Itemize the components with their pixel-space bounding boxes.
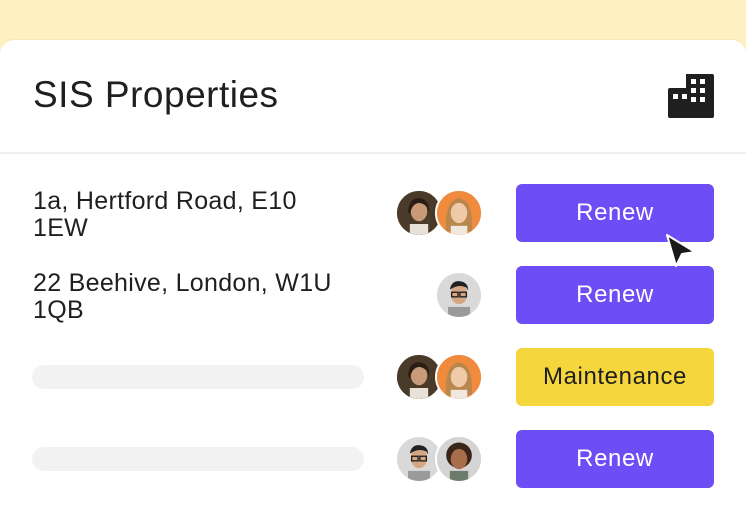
woman-blonde-avatar-icon xyxy=(437,191,481,235)
property-address: 22 Beehive, London, W1U 1QB xyxy=(33,270,373,324)
avatar xyxy=(435,353,483,401)
tenant-avatars xyxy=(395,353,485,401)
address-line-1: 22 Beehive, London, W1U xyxy=(33,269,332,297)
woman-curly-hair-avatar-icon xyxy=(437,437,481,481)
property-row: 22 Beehive, London, W1U 1QB Renew xyxy=(0,266,746,340)
mouse-cursor-icon xyxy=(666,234,696,267)
property-row: Maintenance xyxy=(0,348,746,422)
address-line-2: 1QB xyxy=(33,296,84,324)
renew-button[interactable]: Renew xyxy=(516,430,714,488)
tenant-avatars xyxy=(395,189,485,237)
address-placeholder xyxy=(32,365,364,389)
card-title: SIS Properties xyxy=(33,74,279,115)
avatar xyxy=(435,189,483,237)
card-header: SIS Properties xyxy=(0,40,746,154)
man-glasses-avatar-icon xyxy=(437,273,481,317)
tenant-avatars xyxy=(395,435,485,483)
renew-button[interactable]: Renew xyxy=(516,266,714,324)
property-address: 1a, Hertford Road, E10 1EW xyxy=(33,188,373,242)
maintenance-button[interactable]: Maintenance xyxy=(516,348,714,406)
avatar xyxy=(435,271,483,319)
property-row: 1a, Hertford Road, E10 1EW Renew xyxy=(0,184,746,258)
avatar xyxy=(435,435,483,483)
address-line-1: 1a, Hertford Road, E10 xyxy=(33,187,297,215)
address-line-2: 1EW xyxy=(33,214,89,242)
tenant-avatars xyxy=(435,271,485,319)
woman-blonde-avatar-icon xyxy=(437,355,481,399)
building-icon xyxy=(666,72,714,120)
address-placeholder xyxy=(32,447,364,471)
property-row: Renew xyxy=(0,430,746,504)
